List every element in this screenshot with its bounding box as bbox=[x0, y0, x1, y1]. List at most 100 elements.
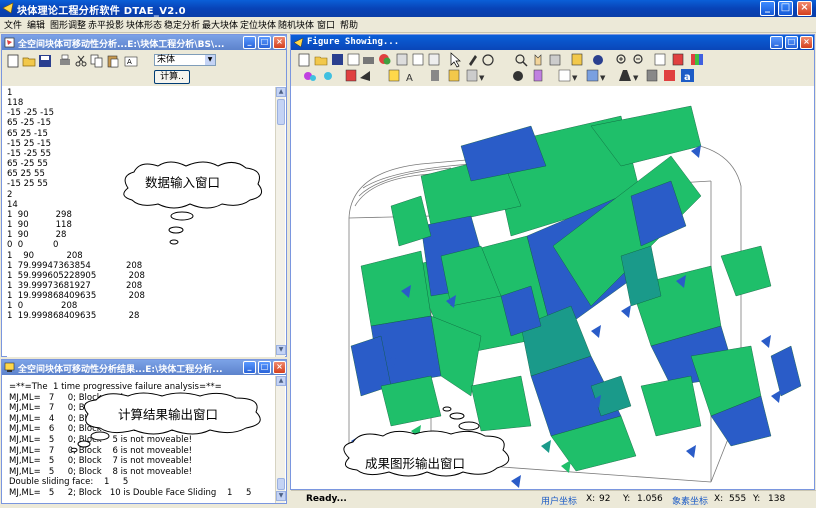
axis-label-icon: A bbox=[406, 73, 413, 84]
paste-icon[interactable] bbox=[106, 54, 120, 68]
toolbar-row-2: A ▼ ▼ ▼ ▼ a bbox=[304, 69, 694, 84]
scroll-down-arrow[interactable]: ▼ bbox=[276, 491, 286, 501]
scroll-down-arrow[interactable]: ▼ bbox=[276, 345, 286, 355]
user-y-value: 1.056 bbox=[637, 494, 663, 504]
menu-max-block[interactable]: 最大块体 bbox=[202, 18, 238, 31]
grid-dropdown-icon: ▼ bbox=[572, 74, 578, 82]
menu-random-block[interactable]: 随机块体 bbox=[278, 18, 314, 31]
input-line: 1 59.999605228905 208 bbox=[7, 270, 145, 281]
input-close-button[interactable]: × bbox=[273, 36, 286, 49]
menu-graph-adjust[interactable]: 图形调整 bbox=[50, 18, 86, 31]
copy-icon[interactable] bbox=[90, 54, 104, 68]
rock-fragment bbox=[541, 440, 551, 453]
colormap-icon bbox=[586, 69, 599, 82]
rock-block-face bbox=[360, 250, 432, 327]
maximize-button[interactable]: □ bbox=[778, 1, 793, 16]
result-line: MJ,ML= 5 2; Block 10 is Double Face Slid… bbox=[9, 487, 252, 498]
input-line: 65 -25 -15 bbox=[7, 118, 51, 129]
menu-locate-block[interactable]: 定位块体 bbox=[240, 18, 276, 31]
figure-minimize-button[interactable]: _ bbox=[770, 36, 783, 49]
menu-window[interactable]: 窗口 bbox=[317, 18, 335, 31]
cone-icon bbox=[360, 71, 370, 81]
font-select[interactable]: 宋体 ▼ bbox=[154, 54, 216, 66]
copy-figure-icon bbox=[396, 53, 408, 66]
status-bar: Ready... 用户坐标 X: 92 Y: 1.056 象素坐标 X: 555… bbox=[291, 490, 816, 508]
save-figure-icon bbox=[332, 54, 343, 65]
calculate-button[interactable]: 计算.. bbox=[154, 70, 190, 84]
menu-stability[interactable]: 稳定分析 bbox=[164, 18, 200, 31]
user-x-label: X: bbox=[586, 494, 596, 504]
scroll-thumb[interactable] bbox=[277, 99, 285, 125]
figure-pane-titlebar: Figure Showing... _ □ × bbox=[291, 35, 814, 50]
pixel-y-label: Y: bbox=[753, 494, 761, 504]
menu-help[interactable]: 帮助 bbox=[340, 18, 358, 31]
menu-edit[interactable]: 编辑 bbox=[27, 18, 45, 31]
scroll-up-arrow[interactable]: ▲ bbox=[276, 376, 286, 386]
pixel-y-value: 138 bbox=[768, 494, 786, 504]
cross-icon bbox=[672, 53, 684, 66]
tool-icon bbox=[466, 69, 478, 82]
font-select-value: 宋体 bbox=[157, 55, 176, 65]
input-line: 118 bbox=[7, 98, 24, 109]
scroll-thumb[interactable] bbox=[277, 478, 285, 490]
result-maximize-button[interactable]: □ bbox=[258, 361, 271, 374]
menu-block-shape[interactable]: 块体形态 bbox=[126, 18, 162, 31]
scroll-up-arrow[interactable]: ▲ bbox=[276, 87, 286, 97]
user-x-value: 92 bbox=[599, 494, 611, 504]
pixel-x-value: 555 bbox=[729, 494, 747, 504]
figure-close-button[interactable]: × bbox=[800, 36, 813, 49]
pen-icon bbox=[469, 55, 477, 66]
print-icon[interactable] bbox=[58, 54, 72, 68]
result-close-button[interactable]: × bbox=[273, 361, 286, 374]
callout-result-cloud bbox=[70, 392, 261, 453]
rock-fragment bbox=[771, 390, 781, 403]
menu-file[interactable]: 文件 bbox=[4, 18, 22, 31]
input-line: -15 25 -15 bbox=[7, 138, 51, 149]
input-maximize-button[interactable]: □ bbox=[258, 36, 271, 49]
new-file-icon[interactable] bbox=[6, 54, 20, 68]
new-figure-icon bbox=[298, 53, 310, 67]
save-icon[interactable] bbox=[38, 54, 52, 68]
input-vertical-scrollbar[interactable]: ▲ ▼ bbox=[275, 87, 286, 357]
shovel-dropdown-icon: ▼ bbox=[633, 74, 639, 82]
pan-icon bbox=[534, 54, 542, 66]
plane-icon bbox=[431, 70, 439, 81]
arrow-icon bbox=[293, 37, 304, 48]
hand-icon bbox=[448, 69, 460, 82]
figure-maximize-button[interactable]: □ bbox=[785, 36, 798, 49]
open-folder-icon[interactable] bbox=[22, 54, 36, 68]
callout-figure-cloud bbox=[343, 406, 510, 477]
svg-text:a: a bbox=[684, 72, 691, 83]
fit-icon bbox=[654, 53, 666, 66]
colormap-dropdown-icon: ▼ bbox=[600, 74, 606, 82]
pointer-icon bbox=[450, 52, 461, 68]
user-coord-label: 用户坐标 bbox=[541, 497, 578, 507]
menu-stereographic[interactable]: 赤平投影 bbox=[88, 18, 124, 31]
rock-block-face bbox=[770, 345, 802, 397]
cut-icon[interactable] bbox=[74, 54, 88, 68]
layer-icon bbox=[571, 53, 583, 66]
input-minimize-button[interactable]: _ bbox=[243, 36, 256, 49]
input-line: 1 0 208 bbox=[7, 301, 78, 312]
result-pane-titlebar: 全空间块体可移动性分析结果...E:\块体工程分析... _ □ × bbox=[2, 360, 286, 375]
result-line: MJ,ML= 5 0; Block 8 is not moveable! bbox=[9, 466, 193, 477]
result-line: =**=The 1 time progressive failure analy… bbox=[9, 382, 222, 392]
result-pane-title: 全空间块体可移动性分析结果...E:\块体工程分析... bbox=[18, 365, 223, 375]
close-button[interactable]: × bbox=[797, 1, 812, 16]
menu-bar: 文件 编辑 图形调整 赤平投影 块体形态 稳定分析 最大块体 定位块体 随机块体… bbox=[0, 17, 816, 33]
minimize-button[interactable]: _ bbox=[760, 1, 775, 16]
app-title: 块体理论工程分析软件 DTAE_V2.0 bbox=[17, 6, 186, 17]
tool-dropdown-icon: ▼ bbox=[479, 74, 485, 82]
texture-icon bbox=[324, 72, 332, 80]
result-line: Double sliding face: 1 5 bbox=[9, 477, 129, 488]
grid-pattern-icon bbox=[558, 69, 571, 82]
figure-toolbar: A ▼ ▼ ▼ ▼ a bbox=[291, 50, 814, 86]
input-line: 1 bbox=[7, 88, 13, 98]
app-icon bbox=[2, 2, 14, 14]
result-minimize-button[interactable]: _ bbox=[243, 361, 256, 374]
shovel-icon bbox=[619, 70, 631, 81]
preview-icon bbox=[347, 53, 360, 66]
input-line: -15 -25 55 bbox=[7, 148, 51, 159]
font-icon[interactable]: A bbox=[124, 54, 138, 68]
frame-icon bbox=[549, 54, 561, 66]
